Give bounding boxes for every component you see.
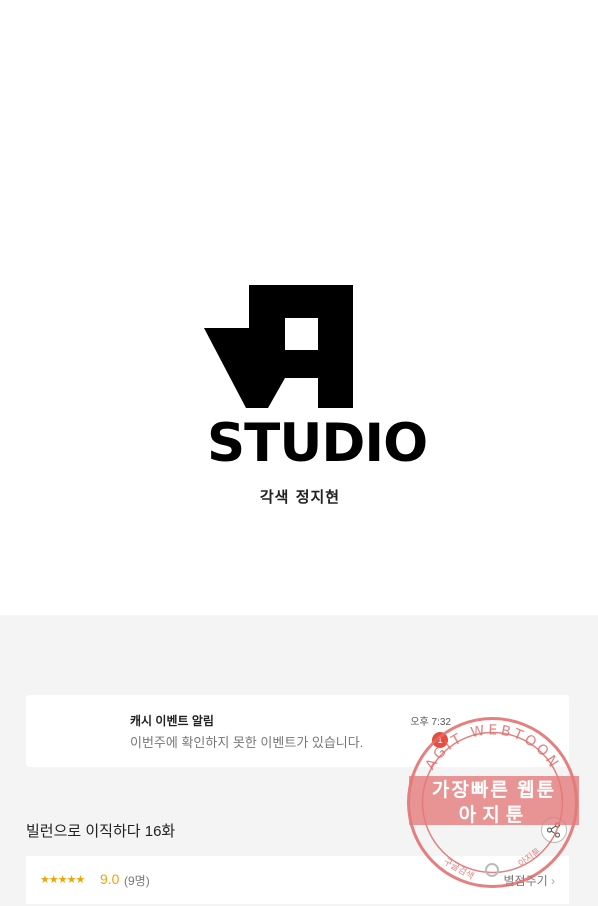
rate-button[interactable]: 별점주기 ›	[503, 872, 555, 889]
rating-count: (9명)	[124, 874, 150, 888]
chevron-right-icon: ›	[551, 874, 555, 888]
notification-count-badge: 1	[432, 732, 448, 748]
studio-logo-text: STUDIO	[207, 413, 428, 474]
a-studio-logo	[204, 285, 353, 408]
adaptation-credit: 각색 정지현	[259, 488, 341, 506]
rating-score: 9.0	[100, 871, 120, 887]
rate-button-label: 별점주기	[503, 874, 548, 888]
notification-time: 오후 7:32	[410, 717, 451, 728]
notification-title: 캐시 이벤트 알림	[130, 714, 214, 728]
cash-event-notification[interactable]: 캐시 이벤트 알림 이번주에 확인하지 못한 이벤트가 있습니다. 오후 7:3…	[26, 695, 569, 767]
page: STUDIO 각색 정지현 캐시 이벤트 알림 이번주에 확인하지 못한 이벤트…	[0, 0, 598, 906]
rating-bar: ★★★★★ 9.0 (9명) 별점주기 ›	[26, 856, 569, 904]
watermark-line-1: 가장빠른 웹툰	[431, 780, 557, 801]
episode-image: STUDIO 각색 정지현	[0, 0, 598, 615]
watermark-line-2: 아지툰	[458, 805, 530, 826]
notification-body: 이번주에 확인하지 못한 이벤트가 있습니다.	[130, 735, 364, 750]
episode-title: 빌런으로 이직하다 16화	[26, 823, 176, 840]
rating-stars: ★★★★★	[40, 874, 85, 886]
